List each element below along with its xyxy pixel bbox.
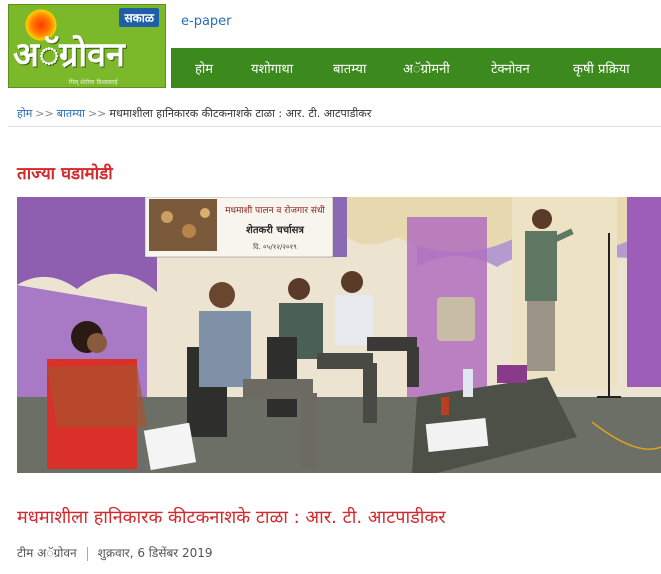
- nav-item-news[interactable]: बातम्या: [333, 59, 366, 77]
- breadcrumb-news[interactable]: बातम्या: [57, 107, 85, 120]
- nav-item-technovan[interactable]: टेक्नोवन: [491, 59, 530, 77]
- banner-line2: शेतकरी चर्चासत्र: [246, 223, 304, 236]
- logo-tagline: मिल् शेतीचा विश्वासार्ह: [69, 79, 118, 86]
- article-title: मधमाशीला हानिकारक कीटकनाशके टाळा : आर. ट…: [17, 507, 446, 528]
- article-meta: टीम अॅग्रोवन शुक्रवार, 6 डिसेंबर 2019: [17, 544, 213, 561]
- nav-item-agromoney[interactable]: अॅग्रोमनी: [403, 59, 450, 77]
- site-header: सकाळ अॅग्रोवन मिल् शेतीचा विश्वासार्ह e-…: [0, 0, 661, 92]
- breadcrumb-separator: >>: [35, 107, 54, 120]
- article-photo[interactable]: मधमाशी पालन व रोजगार संधी शेतकरी चर्चासत…: [17, 197, 661, 473]
- breadcrumb-separator: >>: [87, 107, 107, 120]
- banner-date: दि. ०५/१२/२०१९: [253, 242, 297, 251]
- breadcrumb: होम >> बातम्या >> मधमाशीला हानिकारक कीटकनाशक…: [17, 106, 371, 121]
- epaper-link[interactable]: e-paper: [181, 14, 232, 29]
- breadcrumb-home[interactable]: होम: [17, 107, 32, 120]
- article-author[interactable]: टीम अॅग्रोवन: [17, 546, 77, 560]
- section-heading: ताज्या घडामोडी: [17, 164, 113, 184]
- logo-wordmark: अॅग्रोवन: [13, 35, 125, 75]
- sakal-badge: सकाळ: [119, 8, 159, 27]
- agrowon-logo[interactable]: सकाळ अॅग्रोवन मिल् शेतीचा विश्वासार्ह: [8, 4, 166, 88]
- divider: [8, 126, 661, 127]
- breadcrumb-current: मधमाशीला हानिकारक कीटकनाशके टाळा : आर. ट…: [109, 107, 372, 120]
- nav-item-home[interactable]: होम: [195, 59, 213, 77]
- banner-line1: मधमाशी पालन व रोजगार संधी: [225, 204, 325, 216]
- nav-item-success-stories[interactable]: यशोगाथा: [251, 59, 293, 77]
- article-date: शुक्रवार, 6 डिसेंबर 2019: [97, 546, 213, 560]
- main-nav: होम यशोगाथा बातम्या अॅग्रोमनी टेक्नोवन क…: [171, 48, 661, 88]
- meta-divider: [86, 546, 88, 561]
- nav-item-agri-processing[interactable]: कृषी प्रक्रिया: [573, 59, 630, 77]
